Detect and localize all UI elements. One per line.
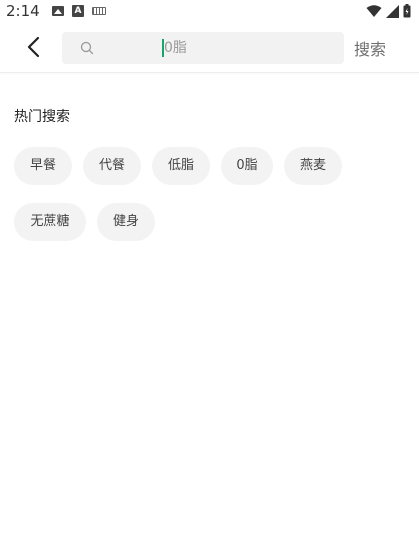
image-icon bbox=[52, 6, 64, 16]
battery-icon bbox=[403, 4, 411, 18]
search-icon bbox=[80, 41, 94, 55]
search-button[interactable]: 搜索 bbox=[354, 36, 386, 60]
header-divider bbox=[0, 72, 419, 73]
back-button[interactable] bbox=[20, 32, 48, 62]
hot-search-tag[interactable]: 代餐 bbox=[83, 147, 141, 185]
search-header: 搜索 bbox=[0, 22, 419, 72]
hot-search-tag[interactable]: 早餐 bbox=[14, 147, 72, 185]
a-icon: A bbox=[72, 5, 84, 17]
status-left-icons: A bbox=[52, 5, 106, 17]
hot-search-tag[interactable]: 健身 bbox=[97, 203, 155, 241]
hot-search-tag[interactable]: 无蔗糖 bbox=[14, 203, 86, 241]
hot-search-tag[interactable]: 低脂 bbox=[152, 147, 210, 185]
hot-search-tag[interactable]: 燕麦 bbox=[284, 147, 342, 185]
signal-icon bbox=[386, 4, 399, 18]
status-right-icons bbox=[366, 4, 411, 18]
wifi-icon bbox=[366, 4, 382, 17]
status-bar: 2:14 A bbox=[0, 0, 419, 22]
keyboard-icon bbox=[92, 7, 106, 15]
chevron-left-icon bbox=[27, 36, 40, 58]
search-box[interactable] bbox=[62, 32, 344, 64]
hot-search-tag[interactable]: 0脂 bbox=[221, 147, 273, 185]
status-time: 2:14 bbox=[6, 2, 40, 20]
hot-search-title: 热门搜索 bbox=[14, 109, 70, 125]
search-input[interactable] bbox=[164, 36, 334, 60]
